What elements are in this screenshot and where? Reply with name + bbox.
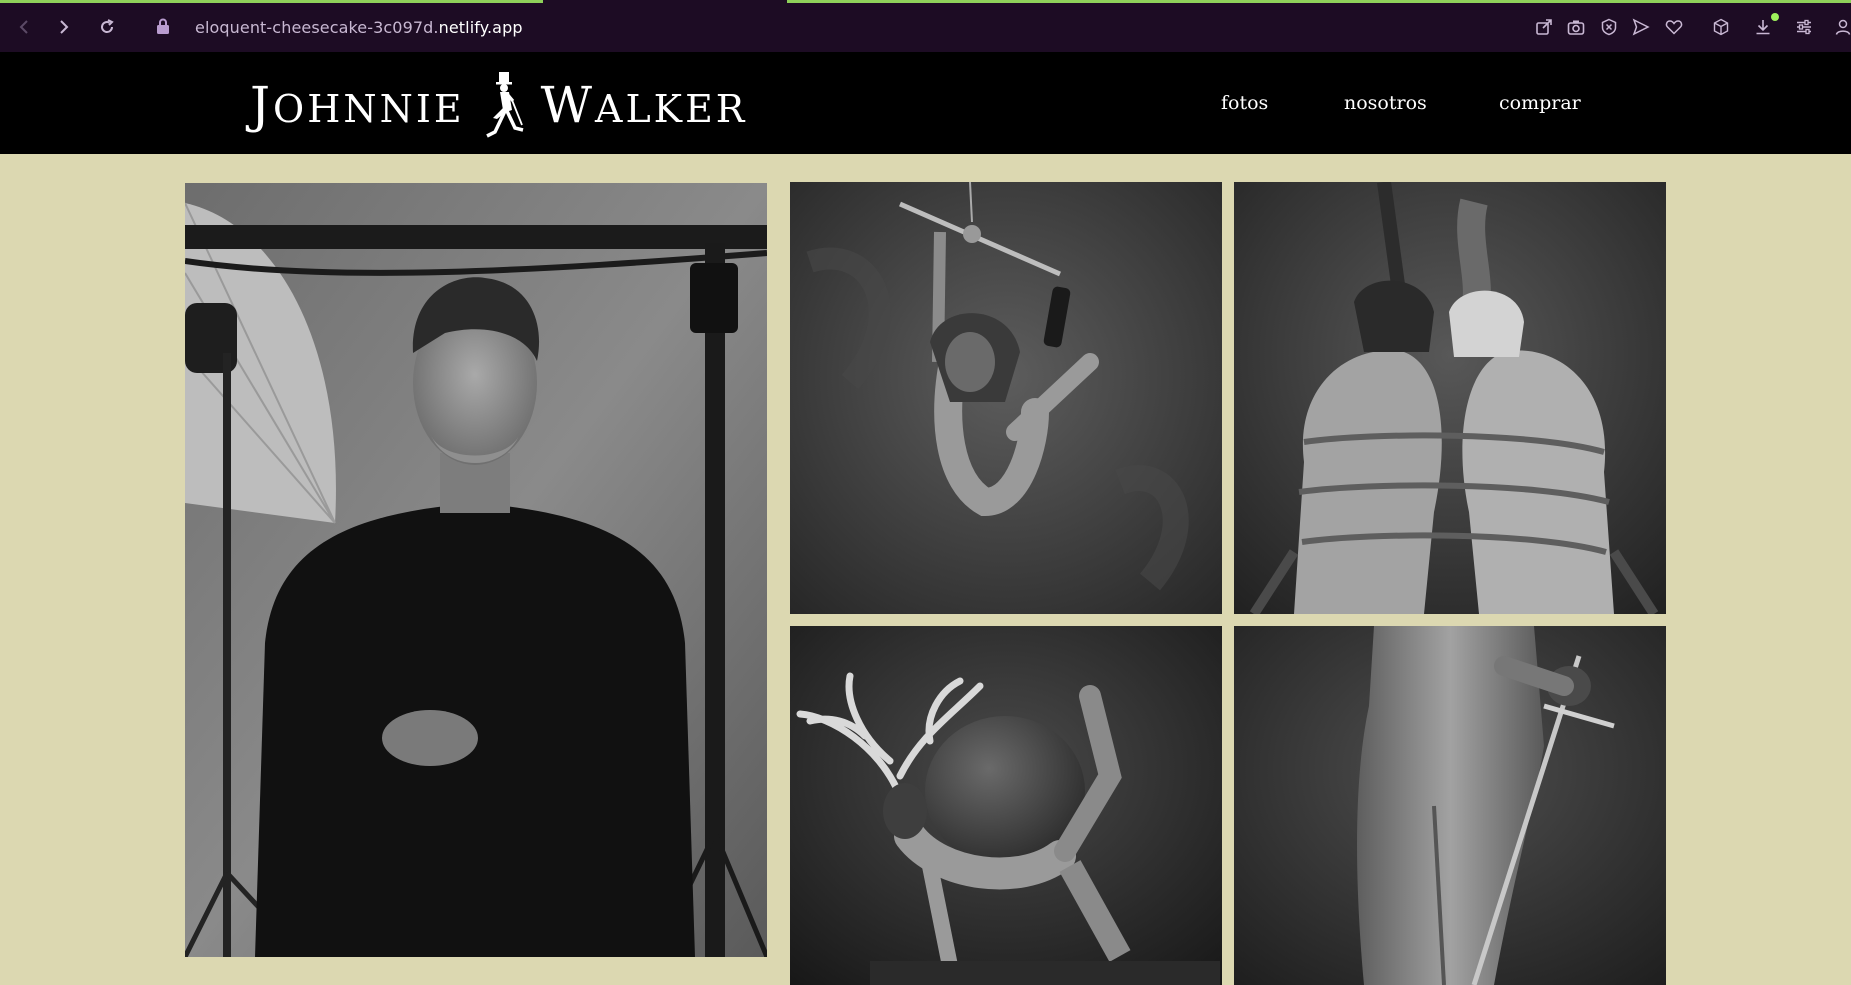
nav-link-nosotros[interactable]: nosotros: [1344, 92, 1427, 114]
settings-icon[interactable]: [1793, 16, 1815, 38]
gallery-photo-sword-figure[interactable]: [1234, 626, 1666, 985]
send-icon[interactable]: [1630, 16, 1652, 38]
gallery-photo-embracing-figures[interactable]: [1234, 182, 1666, 614]
back-icon[interactable]: [11, 14, 37, 40]
lock-icon: [157, 18, 169, 34]
site-header: JOHNNIE WALKER fotos nosotros comprar: [0, 52, 1851, 154]
forward-icon[interactable]: [51, 14, 77, 40]
download-status-dot: [1771, 13, 1779, 21]
address-bar[interactable]: eloquent-cheesecake-3c097d.netlify.app: [195, 18, 523, 37]
logo-text-right: WALKER: [540, 76, 748, 134]
nav-link-comprar[interactable]: comprar: [1499, 92, 1581, 114]
logo-text-left: JOHNNIE: [250, 76, 465, 134]
heart-icon[interactable]: [1663, 16, 1685, 38]
gallery-photo-suspended-figure[interactable]: [790, 182, 1222, 614]
gallery-photo-antlers-boulder[interactable]: [790, 626, 1222, 985]
share-icon[interactable]: [1533, 16, 1555, 38]
johnnie-walker-logo[interactable]: JOHNNIE WALKER: [250, 70, 747, 140]
active-tab-indicator: [0, 0, 543, 3]
block-icon[interactable]: [1598, 16, 1620, 38]
nav-link-fotos[interactable]: fotos: [1221, 92, 1268, 114]
browser-toolbar: eloquent-cheesecake-3c097d.netlify.app: [0, 0, 1851, 52]
gallery-photo-portrait[interactable]: [185, 183, 767, 957]
url-prefix: eloquent-cheesecake-3c097d.: [195, 18, 439, 37]
tab-indicator: [787, 0, 1851, 3]
download-icon[interactable]: [1752, 16, 1774, 38]
reload-icon[interactable]: [94, 14, 120, 40]
box-icon[interactable]: [1710, 16, 1732, 38]
camera-icon[interactable]: [1565, 16, 1587, 38]
striding-man-icon: [485, 72, 524, 138]
url-domain: netlify.app: [438, 18, 523, 37]
profile-icon[interactable]: [1834, 16, 1851, 38]
